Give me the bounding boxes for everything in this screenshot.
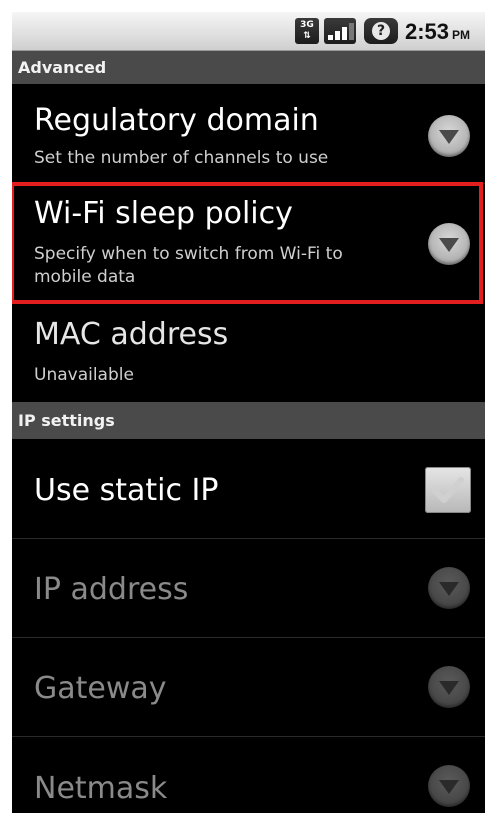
- gateway-preference[interactable]: Gateway: [12, 638, 485, 736]
- preference-title: Regulatory domain: [34, 103, 319, 138]
- preference-title: IP address: [34, 572, 189, 607]
- section-header-advanced: Advanced: [12, 51, 485, 84]
- use-static-ip-preference[interactable]: Use static IP: [12, 440, 485, 538]
- checkbox-icon[interactable]: [425, 467, 471, 513]
- netmask-preference[interactable]: Netmask: [12, 737, 485, 813]
- clock: 2:53 PM: [405, 19, 470, 45]
- preference-title: MAC address: [34, 317, 229, 352]
- dropdown-arrow-icon: [428, 666, 470, 708]
- regulatory-domain-preference[interactable]: Regulatory domain Set the number of chan…: [12, 85, 485, 183]
- clock-ampm: PM: [452, 28, 471, 42]
- dropdown-arrow-icon: [428, 765, 470, 807]
- dropdown-arrow-icon: [428, 115, 470, 157]
- battery-unknown-icon: ?: [364, 18, 398, 44]
- network-type-label: 3G: [300, 20, 314, 30]
- preference-summary: Set the number of channels to use: [34, 148, 329, 168]
- preference-summary: Unavailable: [34, 365, 134, 385]
- dropdown-arrow-icon: [428, 223, 470, 265]
- preference-title: Use static IP: [34, 473, 219, 508]
- status-bar: 3G ⇅ ? 2:53 PM: [12, 12, 485, 51]
- settings-screen: 3G ⇅ ? 2:53 PM Advanced Regulatory domain…: [12, 12, 485, 813]
- mac-address-preference: MAC address Unavailable: [12, 305, 485, 402]
- wifi-sleep-policy-preference[interactable]: Wi-Fi sleep policy Specify when to switc…: [12, 184, 485, 304]
- preference-title: Gateway: [34, 671, 167, 706]
- dropdown-arrow-icon: [428, 567, 470, 609]
- preference-summary: Specify when to switch from Wi-Fi to mob…: [34, 244, 343, 287]
- preference-title: Wi-Fi sleep policy: [34, 196, 293, 231]
- ip-address-preference[interactable]: IP address: [12, 539, 485, 637]
- section-header-ip-settings: IP settings: [12, 402, 485, 439]
- 3g-data-icon: 3G ⇅: [295, 18, 319, 44]
- preference-title: Netmask: [34, 771, 168, 806]
- clock-time: 2:53: [405, 19, 450, 44]
- signal-strength-icon: [324, 18, 356, 44]
